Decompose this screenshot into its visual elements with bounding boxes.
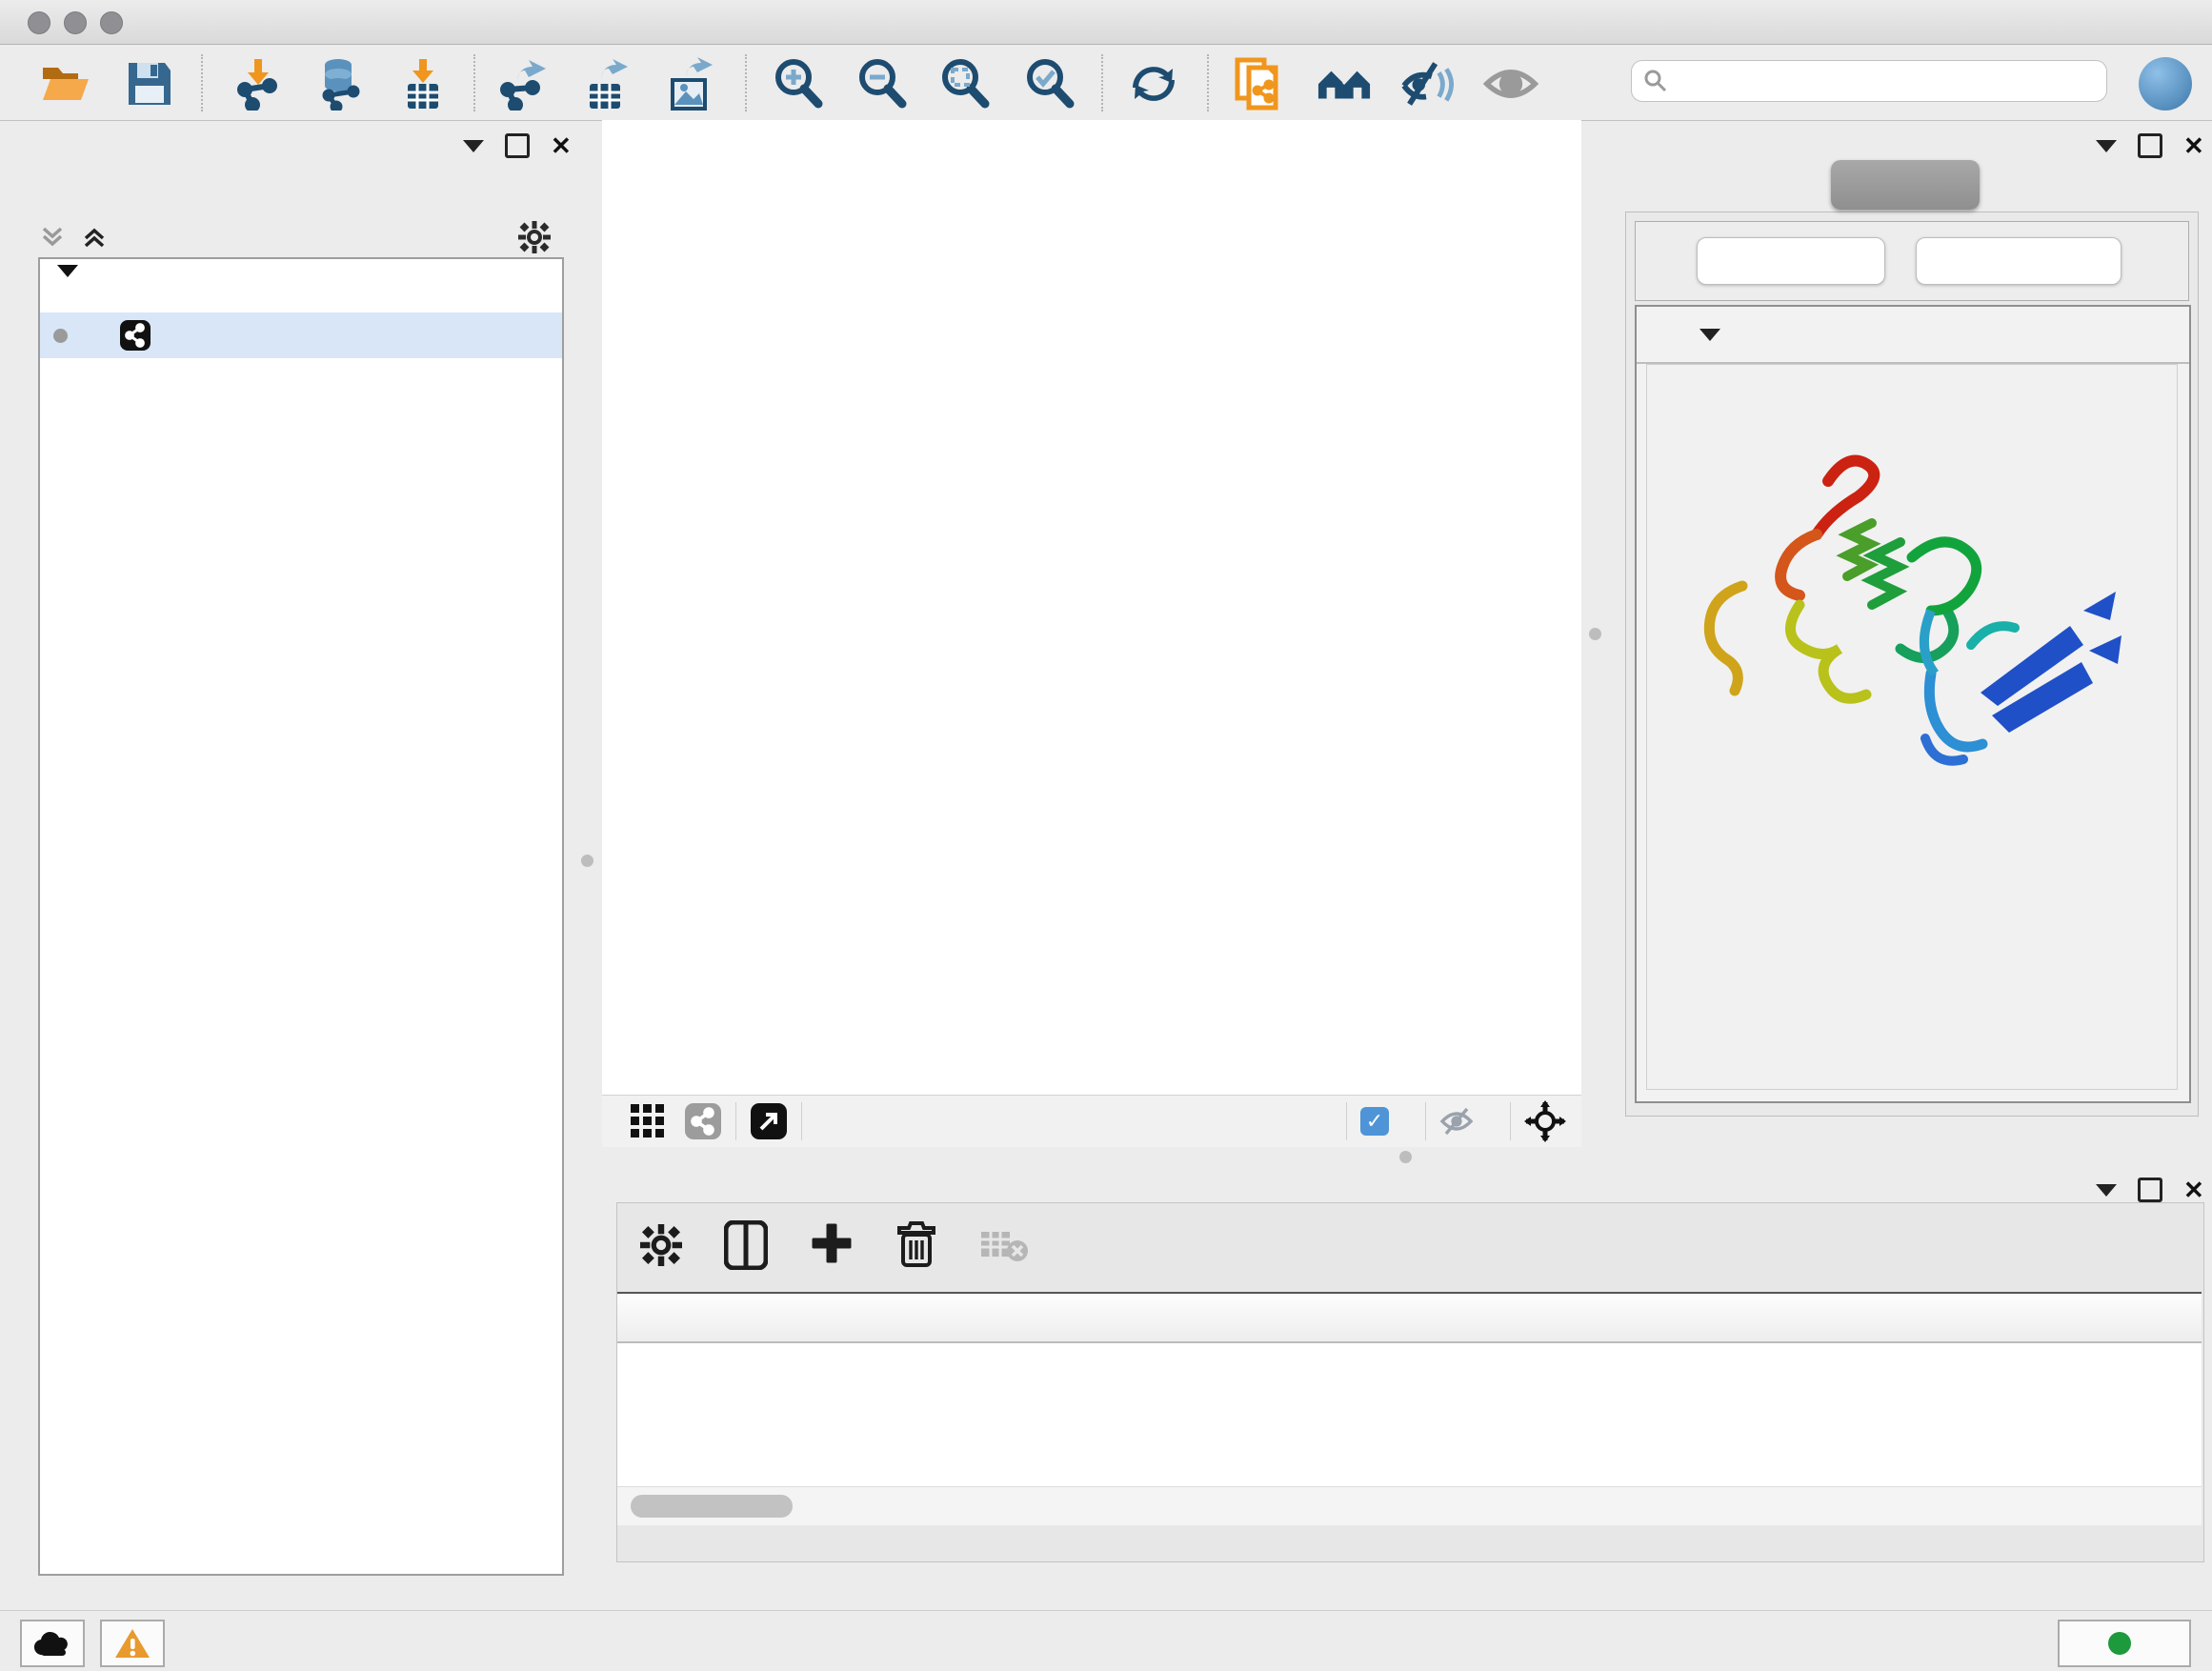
float-panel-icon[interactable] xyxy=(2138,1178,2162,1202)
zoom-in-icon[interactable] xyxy=(771,56,826,111)
network-canvas[interactable] xyxy=(602,120,1581,1095)
cytoscape-window: ✕ ✓ xyxy=(0,0,2212,1671)
toolbar-separator xyxy=(1207,54,1209,111)
cloud-icon xyxy=(33,1630,71,1657)
toolbar-separator xyxy=(473,54,475,111)
close-panel-icon[interactable]: ✕ xyxy=(551,136,572,155)
toolbar-separator xyxy=(201,54,203,111)
netbar-separator xyxy=(801,1102,802,1140)
netbar-separator xyxy=(735,1102,736,1140)
add-column-icon[interactable] xyxy=(810,1223,854,1267)
string-network-icon xyxy=(119,319,151,352)
network-status-dot xyxy=(53,329,68,343)
save-session-icon[interactable] xyxy=(122,56,177,111)
control-panel-controls: ✕ xyxy=(463,133,572,158)
netbar-separator xyxy=(1346,1102,1347,1140)
zoom-selected-icon[interactable] xyxy=(1022,56,1077,111)
zoom-window-button[interactable] xyxy=(100,11,123,34)
table-options-gear-icon[interactable] xyxy=(640,1224,682,1266)
toolbar-separator xyxy=(745,54,747,111)
gene-section xyxy=(1635,305,2191,1103)
collapse-all-button[interactable] xyxy=(1916,237,2122,285)
hidden-eye-icon[interactable] xyxy=(1439,1107,1474,1136)
table-header-row xyxy=(617,1294,2202,1343)
tree-expander-icon[interactable] xyxy=(57,277,78,303)
refresh-icon[interactable] xyxy=(1126,56,1181,111)
delete-column-icon[interactable] xyxy=(895,1221,937,1269)
toolbar-separator xyxy=(1101,54,1103,111)
import-table-icon[interactable] xyxy=(395,56,451,111)
collapse-panel-icon[interactable] xyxy=(2096,1184,2117,1197)
zoom-fit-icon[interactable] xyxy=(937,56,993,111)
zoom-out-icon[interactable] xyxy=(855,56,910,111)
help-icon[interactable] xyxy=(2138,56,2193,111)
main-toolbar xyxy=(0,45,2212,121)
network-row-selected[interactable] xyxy=(40,312,562,358)
share-view-icon[interactable] xyxy=(684,1102,722,1140)
warning-button[interactable] xyxy=(100,1620,165,1667)
gene-details xyxy=(1646,364,2178,1090)
export-network-icon[interactable] xyxy=(495,56,551,111)
hide-unhide-icon[interactable] xyxy=(1398,56,1454,111)
expand-all-button[interactable] xyxy=(1697,237,1885,285)
search-input[interactable] xyxy=(1668,68,2106,94)
network-tree xyxy=(38,257,564,1576)
float-panel-icon[interactable] xyxy=(2138,133,2162,158)
collapse-panel-icon[interactable] xyxy=(2096,140,2117,152)
bird-eye-icon[interactable] xyxy=(1483,56,1538,111)
network-view-toolbar: ✓ xyxy=(602,1095,1581,1147)
section-collapse-icon[interactable] xyxy=(1699,329,1720,341)
search-icon xyxy=(1643,69,1668,93)
title-bar xyxy=(0,0,2212,45)
netbar-separator xyxy=(1510,1102,1511,1140)
float-panel-icon[interactable] xyxy=(505,133,530,158)
close-window-button[interactable] xyxy=(28,11,50,34)
selected-nodes-checkbox[interactable]: ✓ xyxy=(1360,1107,1389,1136)
table-panel-controls: ✕ xyxy=(2096,1178,2204,1202)
import-network-icon[interactable] xyxy=(231,56,286,111)
node-table xyxy=(617,1292,2202,1525)
vertical-splitter-handle-left[interactable] xyxy=(581,855,593,867)
vertical-splitter-handle-right[interactable] xyxy=(1589,628,1601,640)
collapse-all-chevron-icon[interactable] xyxy=(80,225,109,250)
minimize-window-button[interactable] xyxy=(64,11,87,34)
memory-status-dot xyxy=(2108,1632,2131,1655)
network-collection-bar xyxy=(38,217,560,257)
search-field[interactable] xyxy=(1631,60,2107,102)
table-horizontal-scrollbar[interactable] xyxy=(617,1486,2202,1525)
export-image-icon[interactable] xyxy=(662,56,717,111)
close-panel-icon[interactable]: ✕ xyxy=(2183,136,2204,155)
show-columns-icon[interactable] xyxy=(724,1220,768,1270)
scrollbar-thumb[interactable] xyxy=(631,1495,793,1518)
collapse-panel-icon[interactable] xyxy=(463,140,484,152)
network-options-gear-icon[interactable] xyxy=(518,221,551,253)
protein-structure-image xyxy=(1685,424,2133,805)
fit-selected-crosshair-icon[interactable] xyxy=(1524,1100,1566,1142)
network-collection-row[interactable] xyxy=(40,267,562,312)
delete-table-icon xyxy=(979,1226,1029,1264)
tab-string[interactable] xyxy=(1831,160,1980,210)
horizontal-splitter-handle[interactable] xyxy=(1399,1151,1412,1163)
gene-section-header[interactable] xyxy=(1637,307,2189,364)
cloud-button[interactable] xyxy=(20,1620,85,1667)
import-network-database-icon[interactable] xyxy=(311,56,366,111)
expand-all-chevron-icon[interactable] xyxy=(38,225,67,250)
grid-view-icon[interactable] xyxy=(629,1102,667,1140)
memory-button[interactable] xyxy=(2058,1620,2191,1667)
table-panel-body xyxy=(616,1202,2204,1562)
close-panel-icon[interactable]: ✕ xyxy=(2183,1180,2204,1199)
results-panel-controls: ✕ xyxy=(2096,133,2204,158)
documents-share-icon[interactable] xyxy=(1232,56,1287,111)
open-in-window-icon[interactable] xyxy=(750,1102,788,1140)
status-bar-divider xyxy=(0,1610,2212,1611)
warning-icon xyxy=(113,1627,151,1660)
open-session-icon[interactable] xyxy=(37,56,92,111)
string-home-icon[interactable] xyxy=(1317,56,1372,111)
expand-collapse-box xyxy=(1635,221,2189,301)
export-table-icon[interactable] xyxy=(577,56,633,111)
netbar-separator xyxy=(1425,1102,1426,1140)
